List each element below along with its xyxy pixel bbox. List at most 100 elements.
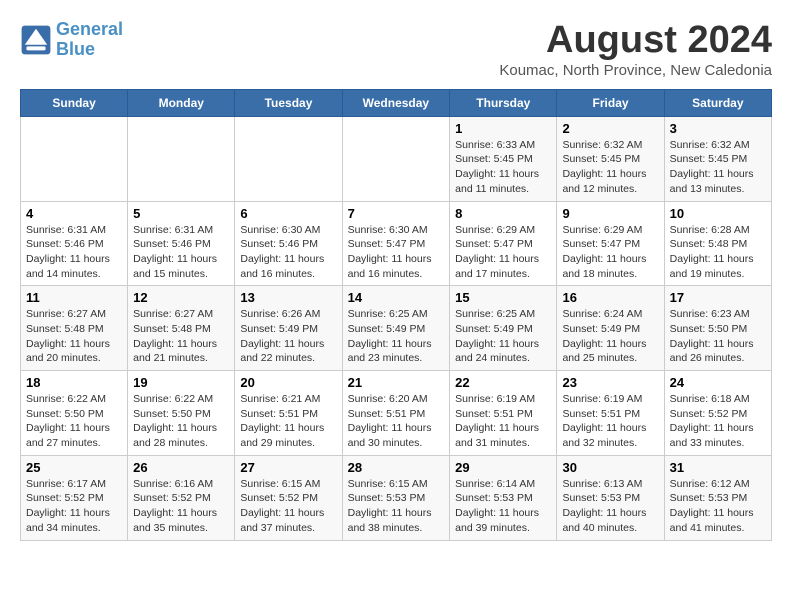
- day-info: Sunrise: 6:32 AM Sunset: 5:45 PM Dayligh…: [670, 138, 766, 197]
- calendar-cell: 2 Sunrise: 6:32 AM Sunset: 5:45 PM Daylig…: [557, 116, 664, 201]
- day-number: 9: [562, 206, 658, 221]
- calendar-cell: 25 Sunrise: 6:17 AM Sunset: 5:52 PM Dayli…: [21, 455, 128, 540]
- calendar-cell: 31 Sunrise: 6:12 AM Sunset: 5:53 PM Dayli…: [664, 455, 771, 540]
- day-number: 21: [348, 375, 445, 390]
- calendar-cell: [235, 116, 342, 201]
- weekday-header: Thursday: [450, 89, 557, 116]
- day-info: Sunrise: 6:21 AM Sunset: 5:51 PM Dayligh…: [240, 392, 336, 451]
- calendar-cell: 19Sunrise: 6:22 AM Sunset: 5:50 PM Dayli…: [128, 371, 235, 456]
- calendar-cell: 24 Sunrise: 6:18 AM Sunset: 5:52 PM Dayli…: [664, 371, 771, 456]
- calendar-cell: 26 Sunrise: 6:16 AM Sunset: 5:52 PM Dayli…: [128, 455, 235, 540]
- weekday-header: Saturday: [664, 89, 771, 116]
- day-number: 12: [133, 290, 229, 305]
- calendar-cell: 5 Sunrise: 6:31 AM Sunset: 5:46 PM Daylig…: [128, 201, 235, 286]
- calendar-cell: 8 Sunrise: 6:29 AM Sunset: 5:47 PM Daylig…: [450, 201, 557, 286]
- calendar-cell: 21 Sunrise: 6:20 AM Sunset: 5:51 PM Dayli…: [342, 371, 450, 456]
- calendar-cell: 4Sunrise: 6:31 AM Sunset: 5:46 PM Daylig…: [21, 201, 128, 286]
- day-number: 29: [455, 460, 551, 475]
- calendar-cell: 30Sunrise: 6:13 AM Sunset: 5:53 PM Dayli…: [557, 455, 664, 540]
- day-info: Sunrise: 6:25 AM Sunset: 5:49 PM Dayligh…: [348, 307, 445, 366]
- day-info: Sunrise: 6:25 AM Sunset: 5:49 PM Dayligh…: [455, 307, 551, 366]
- day-info: Sunrise: 6:12 AM Sunset: 5:53 PM Dayligh…: [670, 477, 766, 536]
- day-number: 15: [455, 290, 551, 305]
- logo-line2: Blue: [56, 39, 95, 59]
- day-number: 31: [670, 460, 766, 475]
- day-number: 13: [240, 290, 336, 305]
- day-info: Sunrise: 6:29 AM Sunset: 5:47 PM Dayligh…: [455, 223, 551, 282]
- calendar-header: SundayMondayTuesdayWednesdayThursdayFrid…: [21, 89, 772, 116]
- calendar-cell: 27 Sunrise: 6:15 AM Sunset: 5:52 PM Dayli…: [235, 455, 342, 540]
- location: Koumac, North Province, New Caledonia: [499, 62, 772, 79]
- logo-icon: [20, 24, 52, 56]
- day-number: 27: [240, 460, 336, 475]
- day-info: Sunrise: 6:28 AM Sunset: 5:48 PM Dayligh…: [670, 223, 766, 282]
- weekday-header: Sunday: [21, 89, 128, 116]
- day-info: Sunrise: 6:18 AM Sunset: 5:52 PM Dayligh…: [670, 392, 766, 451]
- weekday-header: Tuesday: [235, 89, 342, 116]
- calendar-cell: 16Sunrise: 6:24 AM Sunset: 5:49 PM Dayli…: [557, 286, 664, 371]
- day-info: Sunrise: 6:17 AM Sunset: 5:52 PM Dayligh…: [26, 477, 122, 536]
- calendar-cell: [342, 116, 450, 201]
- day-number: 17: [670, 290, 766, 305]
- day-number: 8: [455, 206, 551, 221]
- day-info: Sunrise: 6:15 AM Sunset: 5:52 PM Dayligh…: [240, 477, 336, 536]
- calendar-body: 1Sunrise: 6:33 AM Sunset: 5:45 PM Daylig…: [21, 116, 772, 540]
- day-info: Sunrise: 6:32 AM Sunset: 5:45 PM Dayligh…: [562, 138, 658, 197]
- day-number: 26: [133, 460, 229, 475]
- day-info: Sunrise: 6:27 AM Sunset: 5:48 PM Dayligh…: [26, 307, 122, 366]
- day-info: Sunrise: 6:23 AM Sunset: 5:50 PM Dayligh…: [670, 307, 766, 366]
- day-info: Sunrise: 6:16 AM Sunset: 5:52 PM Dayligh…: [133, 477, 229, 536]
- title-block: August 2024 Koumac, North Province, New …: [499, 20, 772, 79]
- month-year: August 2024: [499, 20, 772, 62]
- day-info: Sunrise: 6:31 AM Sunset: 5:46 PM Dayligh…: [133, 223, 229, 282]
- calendar-cell: 22 Sunrise: 6:19 AM Sunset: 5:51 PM Dayli…: [450, 371, 557, 456]
- day-number: 22: [455, 375, 551, 390]
- day-info: Sunrise: 6:19 AM Sunset: 5:51 PM Dayligh…: [562, 392, 658, 451]
- calendar-cell: 9 Sunrise: 6:29 AM Sunset: 5:47 PM Daylig…: [557, 201, 664, 286]
- logo-text: General Blue: [56, 20, 123, 60]
- calendar-cell: 13 Sunrise: 6:26 AM Sunset: 5:49 PM Dayli…: [235, 286, 342, 371]
- day-info: Sunrise: 6:27 AM Sunset: 5:48 PM Dayligh…: [133, 307, 229, 366]
- day-info: Sunrise: 6:29 AM Sunset: 5:47 PM Dayligh…: [562, 223, 658, 282]
- calendar-week-row: 11 Sunrise: 6:27 AM Sunset: 5:48 PM Dayli…: [21, 286, 772, 371]
- weekday-header: Friday: [557, 89, 664, 116]
- day-info: Sunrise: 6:30 AM Sunset: 5:47 PM Dayligh…: [348, 223, 445, 282]
- day-number: 25: [26, 460, 122, 475]
- day-info: Sunrise: 6:24 AM Sunset: 5:49 PM Dayligh…: [562, 307, 658, 366]
- calendar-table: SundayMondayTuesdayWednesdayThursdayFrid…: [20, 89, 772, 541]
- day-info: Sunrise: 6:22 AM Sunset: 5:50 PM Dayligh…: [133, 392, 229, 451]
- weekday-row: SundayMondayTuesdayWednesdayThursdayFrid…: [21, 89, 772, 116]
- day-info: Sunrise: 6:22 AM Sunset: 5:50 PM Dayligh…: [26, 392, 122, 451]
- day-number: 5: [133, 206, 229, 221]
- weekday-header: Monday: [128, 89, 235, 116]
- calendar-week-row: 1Sunrise: 6:33 AM Sunset: 5:45 PM Daylig…: [21, 116, 772, 201]
- day-number: 3: [670, 121, 766, 136]
- day-number: 11: [26, 290, 122, 305]
- calendar-cell: 6 Sunrise: 6:30 AM Sunset: 5:46 PM Daylig…: [235, 201, 342, 286]
- day-number: 4: [26, 206, 122, 221]
- calendar-cell: 14 Sunrise: 6:25 AM Sunset: 5:49 PM Dayli…: [342, 286, 450, 371]
- day-number: 14: [348, 290, 445, 305]
- calendar-week-row: 4 Sunrise: 6:31 AM Sunset: 5:46 PM Daylig…: [21, 201, 772, 286]
- calendar-cell: 11 Sunrise: 6:27 AM Sunset: 5:48 PM Dayli…: [21, 286, 128, 371]
- calendar-week-row: 18Sunrise: 6:22 AM Sunset: 5:50 PM Dayli…: [21, 371, 772, 456]
- calendar-cell: 23 Sunrise: 6:19 AM Sunset: 5:51 PM Dayli…: [557, 371, 664, 456]
- day-number: 7: [348, 206, 445, 221]
- day-number: 6: [240, 206, 336, 221]
- day-info: Sunrise: 6:13 AM Sunset: 5:53 PM Dayligh…: [562, 477, 658, 536]
- day-info: Sunrise: 6:30 AM Sunset: 5:46 PM Dayligh…: [240, 223, 336, 282]
- day-info: Sunrise: 6:20 AM Sunset: 5:51 PM Dayligh…: [348, 392, 445, 451]
- page-header: General Blue August 2024 Koumac, North P…: [20, 20, 772, 79]
- day-info: Sunrise: 6:19 AM Sunset: 5:51 PM Dayligh…: [455, 392, 551, 451]
- calendar-cell: 10Sunrise: 6:28 AM Sunset: 5:48 PM Dayli…: [664, 201, 771, 286]
- day-number: 1: [455, 121, 551, 136]
- calendar-cell: 29Sunrise: 6:14 AM Sunset: 5:53 PM Dayli…: [450, 455, 557, 540]
- weekday-header: Wednesday: [342, 89, 450, 116]
- day-number: 23: [562, 375, 658, 390]
- calendar-cell: 1Sunrise: 6:33 AM Sunset: 5:45 PM Daylig…: [450, 116, 557, 201]
- day-number: 2: [562, 121, 658, 136]
- logo: General Blue: [20, 20, 123, 60]
- day-number: 24: [670, 375, 766, 390]
- day-info: Sunrise: 6:26 AM Sunset: 5:49 PM Dayligh…: [240, 307, 336, 366]
- day-number: 20: [240, 375, 336, 390]
